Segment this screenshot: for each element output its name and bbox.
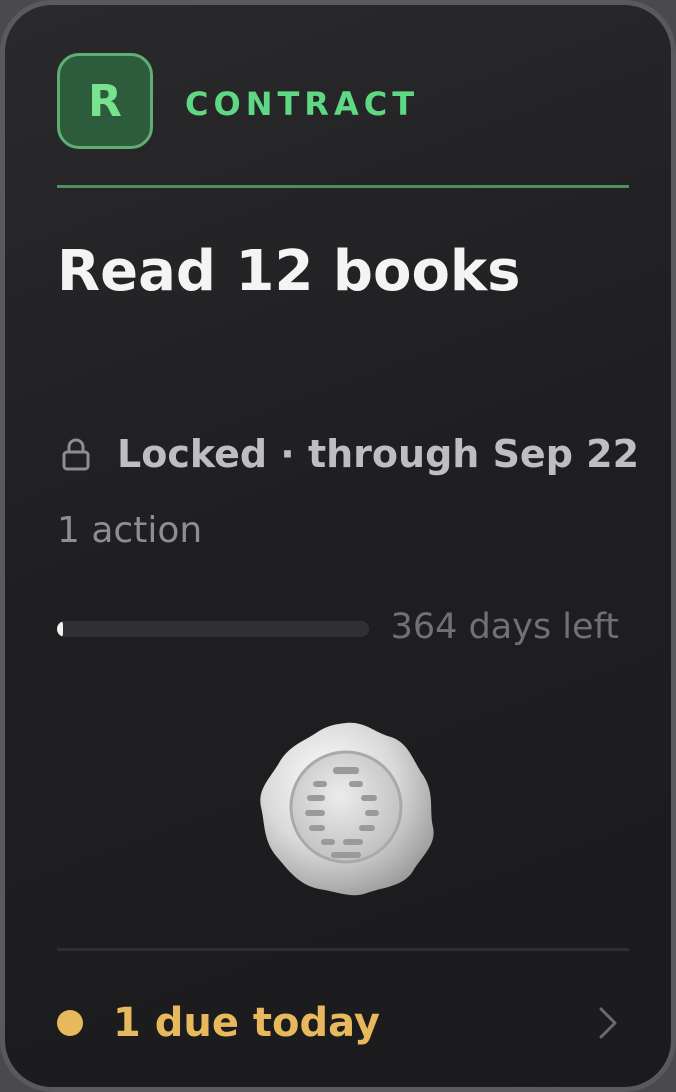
progress-fill bbox=[57, 621, 63, 637]
card-type-label: CONTRACT bbox=[185, 85, 420, 123]
header-divider bbox=[57, 185, 629, 188]
due-status-dot bbox=[57, 1010, 83, 1036]
progress-bar bbox=[57, 621, 369, 637]
lock-status: Locked · through Sep 22 bbox=[117, 432, 640, 476]
action-count: 1 action bbox=[57, 510, 203, 551]
due-today-row[interactable]: 1 due today bbox=[57, 995, 629, 1051]
wax-seal-icon bbox=[260, 722, 434, 896]
contract-card[interactable]: R CONTRACT Read 12 books Locked · throug… bbox=[0, 0, 676, 1092]
due-today-label: 1 due today bbox=[113, 1000, 380, 1046]
contract-avatar-badge: R bbox=[57, 53, 153, 149]
badge-letter: R bbox=[88, 75, 122, 127]
chevron-right-icon[interactable] bbox=[597, 1005, 619, 1041]
contract-title: Read 12 books bbox=[57, 239, 521, 304]
lock-icon bbox=[62, 438, 90, 471]
footer-divider bbox=[57, 948, 629, 951]
days-left-label: 364 days left bbox=[390, 607, 619, 647]
